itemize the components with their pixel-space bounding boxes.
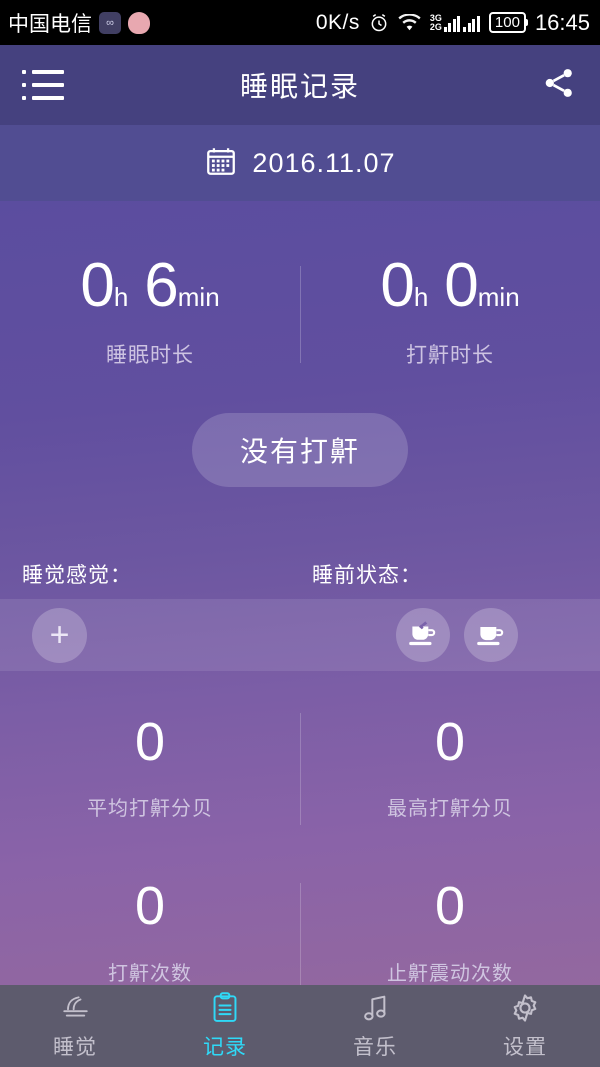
tea-cup-icon[interactable] [396,608,450,662]
signal-bars-secondary-icon [463,15,480,32]
list-menu-icon[interactable] [22,70,64,100]
cellular-signal-icon: 3G 2G [429,13,480,32]
battery-icon: 100 [488,12,528,33]
nav-label-settings: 设置 [503,1036,547,1059]
heart-badge-icon [128,11,150,34]
snore-minutes-unit: min [477,282,520,312]
snore-count-stat: 0 打鼾次数 [0,861,300,991]
pre-sleep-state-label: 睡前状态： [312,564,422,587]
clipboard-icon [210,991,240,1025]
share-icon[interactable] [540,64,578,107]
grid-divider-top [300,713,301,825]
sleep-hours-value: 0 [80,251,114,320]
nav-item-settings[interactable]: 设置 [450,991,600,1061]
vibration-count-stat: 0 止鼾震动次数 [300,861,600,991]
sleep-duration-label: 睡眠时长 [106,344,194,367]
add-feeling-button[interactable]: + [32,607,87,663]
network-speed-label: 0K/s [315,10,360,34]
avg-snore-db-label: 平均打鼾分贝 [87,798,213,821]
battery-level-label: 100 [494,14,520,31]
clock-label: 16:45 [534,9,590,35]
nav-label-music: 音乐 [353,1036,397,1059]
page-title: 睡眠记录 [239,71,360,102]
sleep-minutes-value: 6 [144,251,178,320]
wechat-style-badge-icon: ∞ [99,11,121,34]
vibration-count-value: 0 [434,876,466,937]
snore-status-button[interactable]: 没有打鼾 [191,413,408,487]
status-bar-left: 中国电信 ∞ [8,8,150,38]
snore-count-value: 0 [134,876,166,937]
coffee-cup-icon[interactable] [464,608,518,662]
mood-icon-row: + [0,599,600,671]
duration-stats: 0h 6min 睡眠时长 0h 0min 打鼾时长 [0,201,600,369]
app-header: 睡眠记录 [0,45,600,125]
signal-bars-icon [443,15,461,32]
nav-item-music[interactable]: 音乐 [300,991,450,1061]
sleep-duration-stat: 0h 6min 睡眠时长 [0,255,300,369]
mood-label-row: 睡觉感觉： 睡前状态： [0,559,600,589]
date-label: 2016.11.07 [252,147,396,178]
max-snore-db-stat: 0 最高打鼾分贝 [300,697,600,827]
sleep-minutes-unit: min [177,282,220,312]
pre-sleep-icons [396,608,518,662]
bottom-navigation: 睡觉 记录 音乐 设置 [0,985,600,1067]
avg-snore-db-value: 0 [134,712,166,772]
wifi-icon [398,13,421,32]
bed-icon [59,991,92,1025]
snore-hours-unit: h [413,282,429,312]
avg-snore-db-stat: 0 平均打鼾分贝 [0,697,300,827]
snore-count-label: 打鼾次数 [108,962,192,985]
calendar-icon [204,144,238,183]
max-snore-db-value: 0 [434,712,466,772]
music-note-icon [359,991,391,1025]
snore-status-row: 没有打鼾 [0,413,600,487]
nav-item-sleep[interactable]: 睡觉 [0,991,150,1061]
status-bar-right: 0K/s 3G 2G 100 16:45 [316,10,590,36]
nav-item-record[interactable]: 记录 [150,991,300,1061]
sleep-duration-value: 0h 6min [0,255,300,317]
status-bar: 中国电信 ∞ 0K/s 3G 2G 100 16:45 [0,0,600,45]
nav-label-sleep: 睡觉 [53,1036,97,1059]
vertical-divider [300,266,301,363]
snore-duration-label: 打鼾时长 [406,344,494,367]
date-selector[interactable]: 2016.11.07 [0,125,600,201]
gear-icon [509,991,541,1025]
carrier-label: 中国电信 [8,12,92,36]
nav-label-record: 记录 [203,1036,247,1059]
snore-metrics-grid: 0 平均打鼾分贝 0 最高打鼾分贝 0 打鼾次数 0 止鼾震动次数 [0,697,600,995]
snore-duration-stat: 0h 0min 打鼾时长 [300,255,600,369]
max-snore-db-label: 最高打鼾分贝 [387,798,513,821]
signal-2g-label: 2G [429,21,442,32]
sleep-feeling-label: 睡觉感觉： [22,564,132,587]
snore-minutes-value: 0 [444,251,478,320]
snore-duration-value: 0h 0min [300,255,600,317]
sleep-hours-unit: h [113,282,129,312]
grid-divider-bottom [300,883,301,995]
vibration-count-label: 止鼾震动次数 [387,962,513,985]
alarm-clock-icon [369,13,389,33]
snore-hours-value: 0 [380,251,414,320]
main-content: 0h 6min 睡眠时长 0h 0min 打鼾时长 没有打鼾 睡觉感觉： 睡前状态：… [0,201,600,995]
